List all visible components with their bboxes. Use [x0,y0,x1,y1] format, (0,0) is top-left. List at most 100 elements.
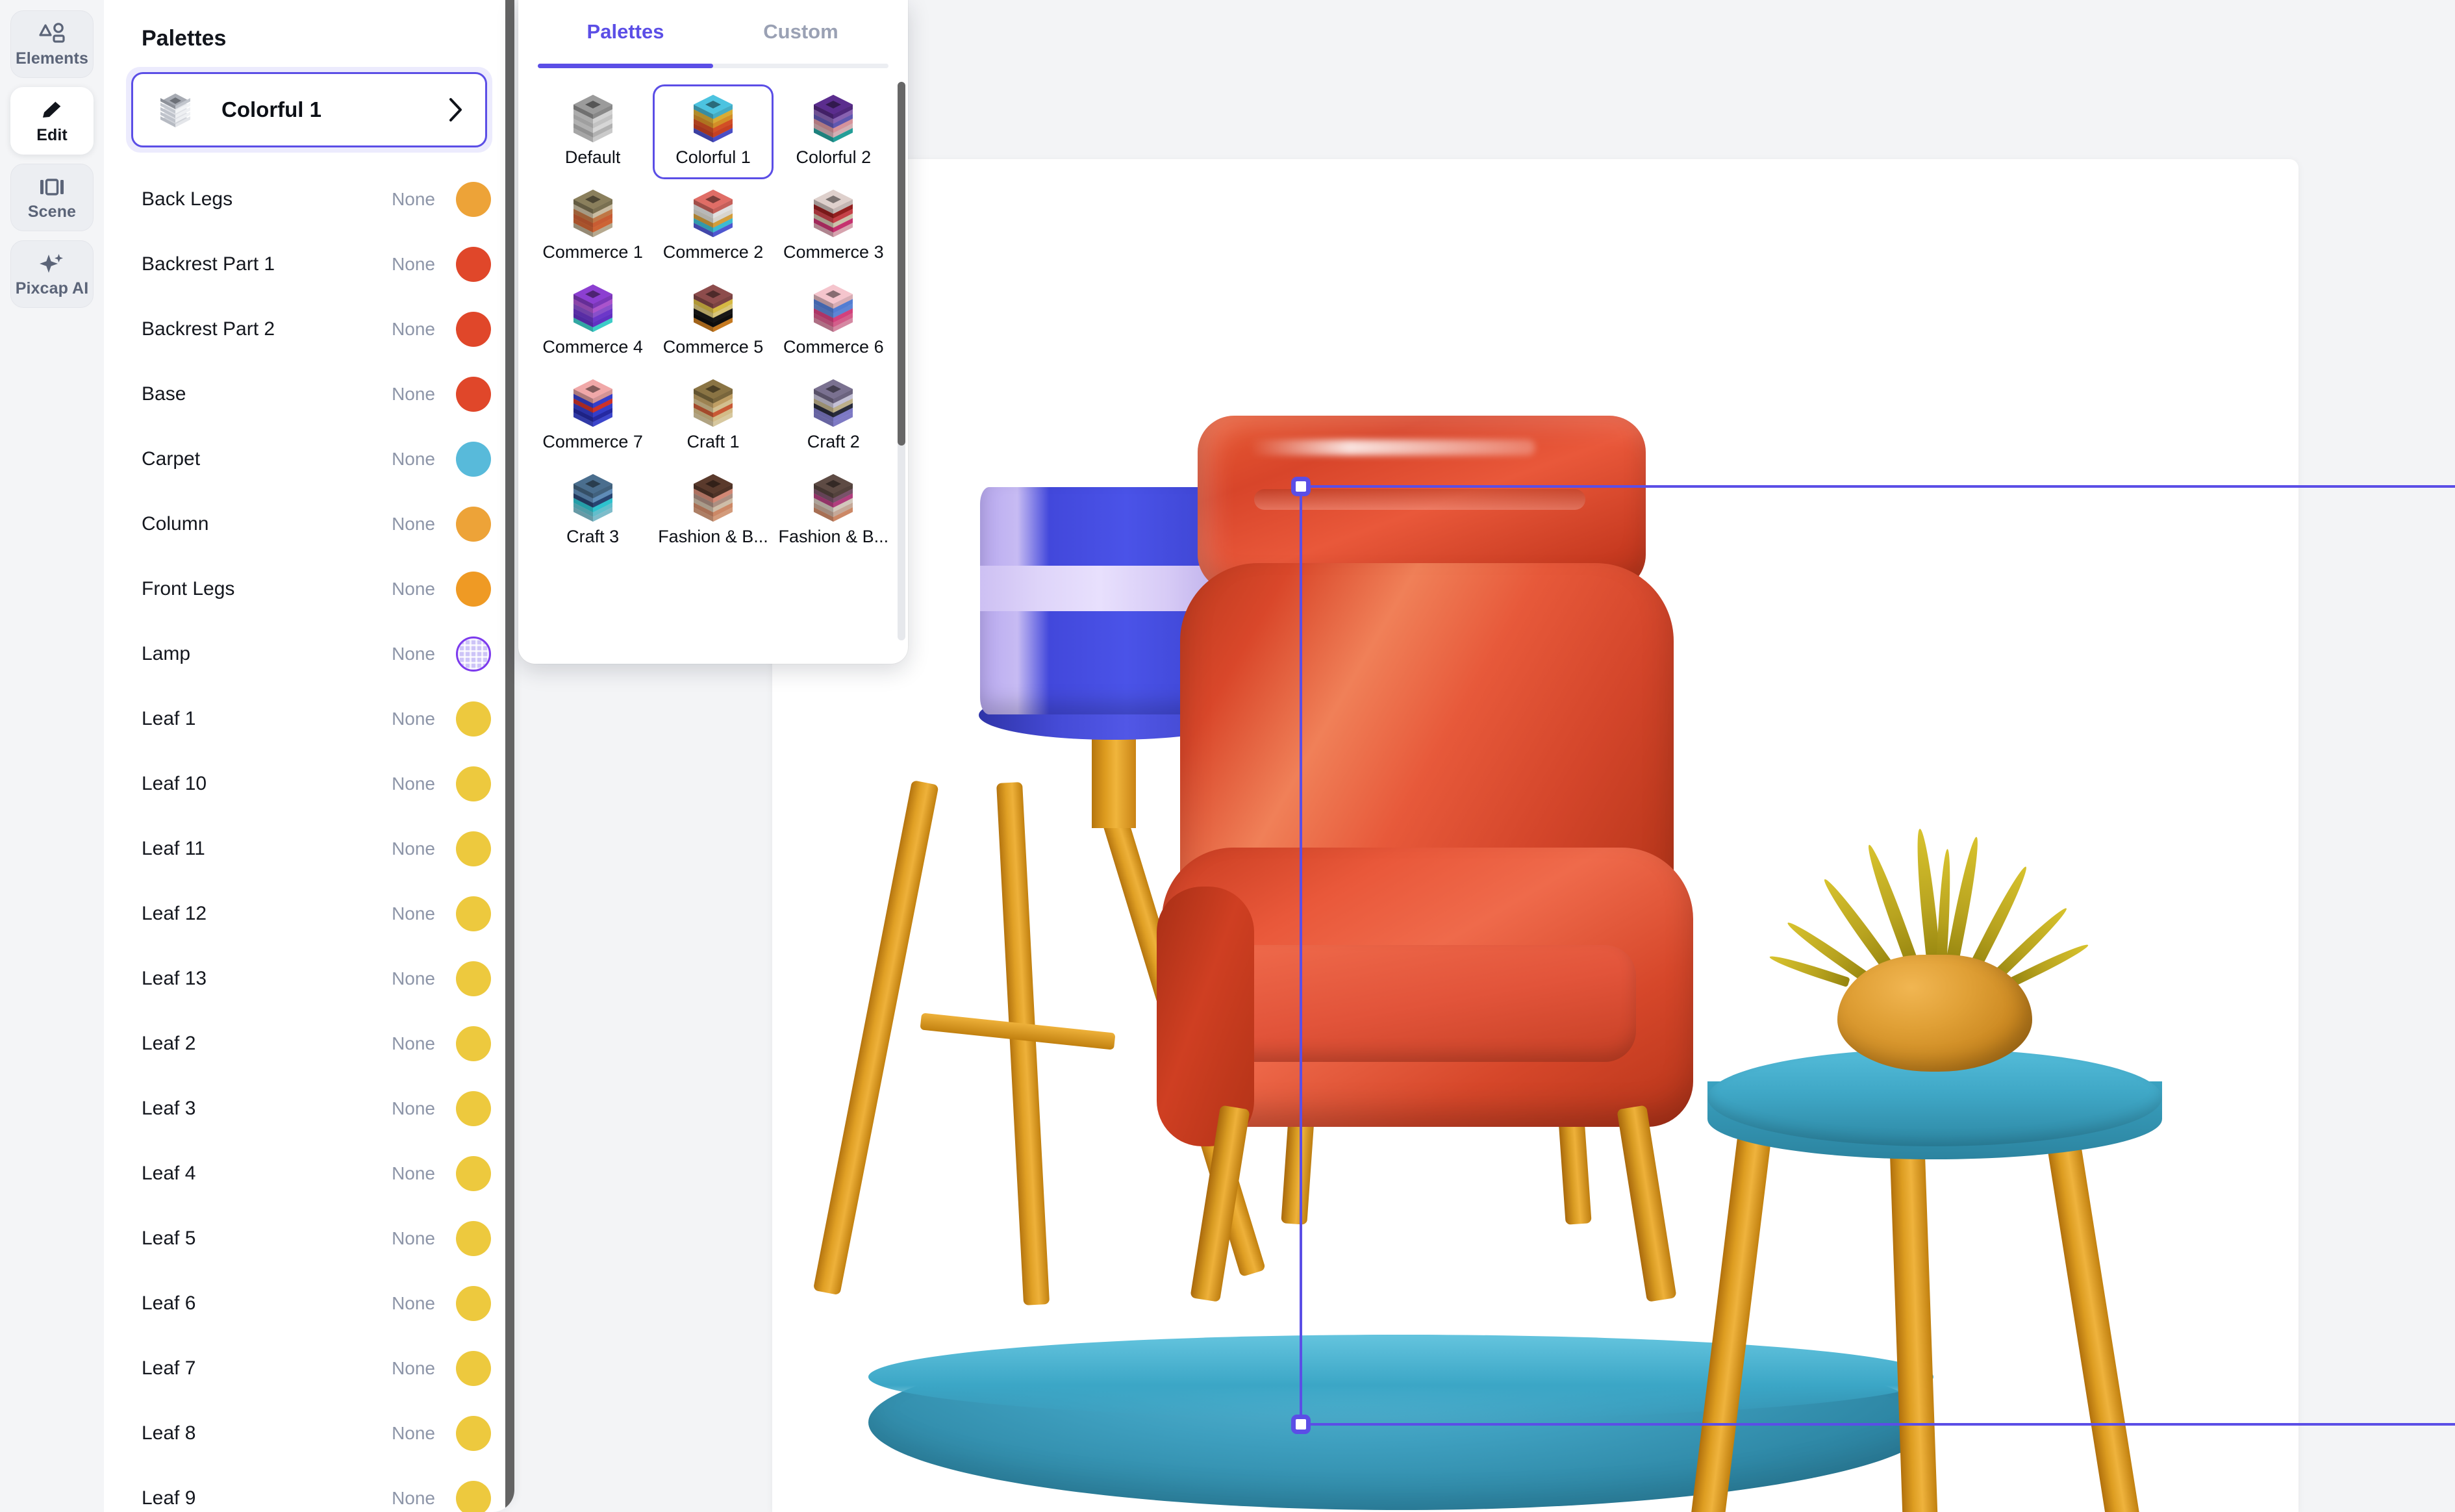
material-row[interactable]: Back Legs None [104,167,514,232]
lamp-leg-1[interactable] [812,779,939,1296]
chair-cushion[interactable] [1220,945,1636,1062]
palette-option-label: Fashion & B... [658,527,768,546]
material-row[interactable]: Leaf 6 None [104,1271,514,1336]
tool-button-elements[interactable]: Elements [10,10,94,78]
table-leg-3[interactable] [2045,1130,2142,1512]
material-color-swatch[interactable] [456,766,491,801]
material-color-swatch[interactable] [456,1156,491,1191]
material-color-swatch[interactable] [456,1351,491,1386]
tool-label-scene: Scene [27,202,77,221]
material-color-swatch[interactable] [456,961,491,996]
palette-stack-icon [565,472,621,524]
palette-option[interactable]: Commerce 3 [774,179,894,274]
tab-custom[interactable]: Custom [713,0,888,64]
material-color-swatch[interactable] [456,182,491,217]
palette-selector-button[interactable]: Colorful 1 [131,72,487,147]
material-row[interactable]: Lamp None [104,622,514,687]
material-row[interactable]: Leaf 12 None [104,881,514,946]
palette-option-label: Craft 2 [807,432,860,451]
palette-option[interactable]: Fashion & B... [774,464,894,559]
material-value: None [392,384,435,404]
scene-object-plant-pot[interactable] [1837,955,2032,1072]
palette-option[interactable]: Commerce 4 [533,274,653,369]
material-color-swatch[interactable] [456,1481,491,1512]
material-value: None [392,1033,435,1053]
material-row[interactable]: Front Legs None [104,557,514,622]
material-row[interactable]: Carpet None [104,427,514,492]
palette-option[interactable]: Craft 1 [653,369,773,464]
material-row[interactable]: Leaf 13 None [104,946,514,1011]
lamp-leg-2[interactable] [996,781,1050,1305]
palette-option[interactable]: Commerce 5 [653,274,773,369]
table-leg-2[interactable] [1889,1136,1939,1512]
material-row[interactable]: Leaf 2 None [104,1011,514,1076]
palette-option[interactable]: Craft 3 [533,464,653,559]
material-row[interactable]: Leaf 11 None [104,816,514,881]
material-row[interactable]: Backrest Part 2 None [104,297,514,362]
palette-stack-icon [805,283,861,334]
material-color-swatch[interactable] [456,1416,491,1451]
palette-stack-icon [565,188,621,240]
material-name: Leaf 6 [142,1292,196,1314]
material-color-swatch[interactable] [456,507,491,542]
material-row[interactable]: Leaf 8 None [104,1401,514,1466]
palette-option[interactable]: Craft 2 [774,369,894,464]
palette-grid-scrollbar[interactable] [898,82,905,640]
material-value: None [392,1488,435,1508]
tool-label-elements: Elements [16,49,88,68]
material-color-swatch[interactable] [456,442,491,477]
palette-option[interactable]: Colorful 2 [774,84,894,179]
material-name: Leaf 4 [142,1163,196,1184]
material-color-swatch[interactable] [456,1026,491,1061]
tool-button-edit[interactable]: Edit [10,87,94,155]
material-row[interactable]: Leaf 5 None [104,1206,514,1271]
material-color-swatch[interactable] [456,247,491,282]
palette-option-label: Commerce 5 [662,337,764,357]
material-row[interactable]: Base None [104,362,514,427]
material-row[interactable]: Backrest Part 1 None [104,232,514,297]
palette-option[interactable]: Commerce 7 [533,369,653,464]
material-color-swatch[interactable] [456,831,491,866]
material-row[interactable]: Leaf 1 None [104,687,514,751]
tool-rail: Elements Edit Scene Pixcap AI [0,0,104,1512]
material-name: Backrest Part 2 [142,318,275,340]
tab-palettes[interactable]: Palettes [538,0,713,64]
palette-option[interactable]: Fashion & B... [653,464,773,559]
canvas-card[interactable] [772,159,2298,1512]
tool-button-scene[interactable]: Scene [10,164,94,231]
material-color-swatch[interactable] [456,377,491,412]
material-row[interactable]: Leaf 7 None [104,1336,514,1401]
palette-selector-wrapper: Colorful 1 [126,67,492,153]
material-row[interactable]: Column None [104,492,514,557]
material-color-swatch[interactable] [456,896,491,931]
material-row[interactable]: Leaf 4 None [104,1141,514,1206]
rendered-3d-scene[interactable] [772,159,2298,1512]
material-name: Leaf 7 [142,1357,196,1379]
material-name: Back Legs [142,188,233,210]
material-color-swatch[interactable] [456,701,491,737]
material-color-swatch[interactable] [456,312,491,347]
material-row[interactable]: Leaf 3 None [104,1076,514,1141]
material-color-swatch[interactable] [456,1221,491,1256]
chevron-right-icon [449,97,463,122]
chair-front-leg-right[interactable] [1617,1105,1677,1302]
palette-option[interactable]: Commerce 2 [653,179,773,274]
shapes-icon [38,21,66,47]
material-color-swatch[interactable] [456,636,491,672]
material-name: Leaf 8 [142,1422,196,1444]
palette-option[interactable]: Default [533,84,653,179]
material-color-swatch[interactable] [456,1091,491,1126]
chair-armrest-left[interactable] [1157,887,1254,1146]
materials-panel-scrollbar[interactable] [505,0,514,1512]
palette-option[interactable]: Commerce 6 [774,274,894,369]
materials-scroll-area[interactable]: Palettes Colorful 1 Back Legs None Backr… [104,0,514,1512]
material-row[interactable]: Leaf 10 None [104,751,514,816]
material-color-swatch[interactable] [456,1286,491,1321]
material-color-swatch[interactable] [456,572,491,607]
material-row[interactable]: Leaf 9 None [104,1466,514,1512]
palette-option[interactable]: Colorful 1 [653,84,774,179]
palette-option-label: Colorful 2 [796,147,872,167]
tool-button-pixcap-ai[interactable]: Pixcap AI [10,240,94,308]
palette-option[interactable]: Commerce 1 [533,179,653,274]
palettes-dropdown-tabs: Palettes Custom [518,0,908,64]
